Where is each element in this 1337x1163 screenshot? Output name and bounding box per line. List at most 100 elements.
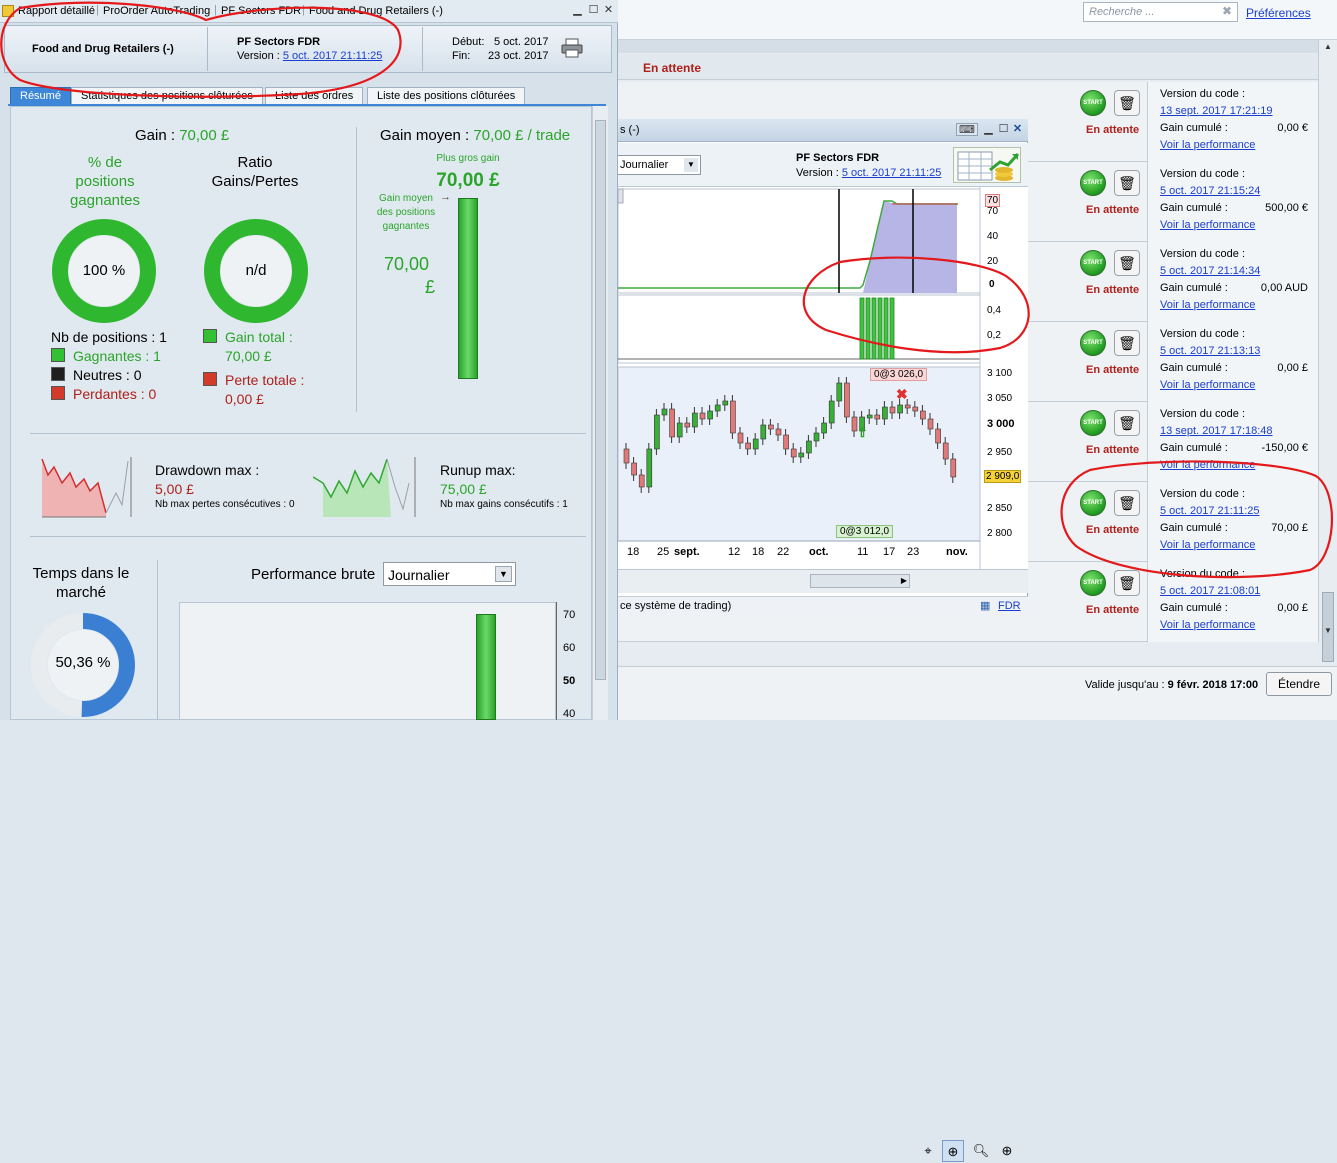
tab-orders[interactable]: Liste des ordres xyxy=(265,87,364,105)
trash-icon[interactable]: 🗑 xyxy=(1114,90,1140,116)
gain-label: Gain : xyxy=(135,127,176,144)
zoom-out-icon[interactable]: 🔍︎ xyxy=(970,1140,992,1162)
start-button[interactable]: START xyxy=(1080,170,1106,196)
trash-icon[interactable]: 🗑 xyxy=(1114,490,1140,516)
zoom-in-icon[interactable]: ⊕ xyxy=(996,1140,1018,1162)
trash-icon[interactable]: 🗑 xyxy=(1114,330,1140,356)
crosshair-icon[interactable]: ⌖ xyxy=(917,1140,939,1162)
view-performance-link[interactable]: Voir la performance xyxy=(1160,539,1255,551)
version-label: Version du code : xyxy=(1160,248,1246,260)
sell-marker-icon: ✖ xyxy=(896,386,908,402)
maximize-icon[interactable]: ☐ xyxy=(587,4,600,17)
trash-icon[interactable]: 🗑 xyxy=(1114,170,1140,196)
minimize-icon[interactable]: ▁ xyxy=(982,123,995,136)
zoom-box-icon[interactable]: ⊕ xyxy=(942,1140,964,1162)
tab-closed-stats[interactable]: Statistiques des positions clôturées xyxy=(71,87,263,105)
version-link[interactable]: 5 oct. 2017 21:15:24 xyxy=(1160,185,1260,197)
version-link[interactable]: 5 oct. 2017 21:13:13 xyxy=(1160,345,1260,357)
perf-tick: 40 xyxy=(563,708,576,720)
start-button[interactable]: START xyxy=(1080,410,1106,436)
view-performance-link[interactable]: Voir la performance xyxy=(1160,619,1255,631)
breadcrumb-report[interactable]: Rapport détaillé xyxy=(18,5,95,17)
version-link[interactable]: 13 sept. 2017 17:21:19 xyxy=(1160,105,1273,117)
period-select[interactable]: Journalier ▼ xyxy=(615,155,701,175)
extend-button[interactable]: Étendre xyxy=(1266,672,1332,696)
tab-summary[interactable]: Résumé xyxy=(10,87,71,105)
breadcrumb-system[interactable]: PF Sectors FDR xyxy=(221,5,301,17)
system-name: PF Sectors FDR xyxy=(237,36,321,48)
price-tick: 3 050 xyxy=(987,393,1013,404)
end-date: 23 oct. 2017 xyxy=(488,50,549,62)
candle xyxy=(692,412,698,428)
x-axis-label: 11 xyxy=(857,546,869,558)
version-link[interactable]: 5 oct. 2017 21:08:01 xyxy=(1160,585,1260,597)
view-performance-link[interactable]: Voir la performance xyxy=(1160,139,1255,151)
gain-label: Gain cumulé : xyxy=(1160,602,1228,614)
preferences-link[interactable]: Préférences xyxy=(1246,6,1311,20)
scroll-right-icon[interactable]: ▶ xyxy=(898,574,910,588)
candle xyxy=(798,452,805,458)
pending-status-header: En attente xyxy=(643,61,702,75)
close-icon[interactable]: ✕ xyxy=(1011,123,1024,136)
candle xyxy=(836,382,843,402)
start-button[interactable]: START xyxy=(1080,490,1106,516)
start-button[interactable]: START xyxy=(1080,250,1106,276)
breadcrumb-proorder[interactable]: ProOrder AutoTrading xyxy=(103,5,210,17)
view-performance-link[interactable]: Voir la performance xyxy=(1160,219,1255,231)
chart-area[interactable] xyxy=(592,187,1028,569)
chart-scroll-thumb[interactable] xyxy=(810,574,910,588)
trash-icon[interactable]: 🗑 xyxy=(1114,570,1140,596)
version-link[interactable]: 13 sept. 2017 17:18:48 xyxy=(1160,425,1273,437)
runup-sub: Nb max gains consécutifs : 1 xyxy=(440,499,568,510)
biggest-gain-label: Plus gros gain xyxy=(436,153,500,164)
divider xyxy=(30,536,586,537)
total-gain-value: 70,00 £ xyxy=(225,348,272,364)
fdr-link[interactable]: FDR xyxy=(998,600,1021,612)
report-scrollbar[interactable] xyxy=(592,106,608,720)
chevron-down-icon[interactable]: ▼ xyxy=(684,158,698,172)
start-button[interactable]: START xyxy=(1080,330,1106,356)
minimize-icon[interactable]: ▁ xyxy=(571,4,584,17)
trash-icon[interactable]: 🗑 xyxy=(1114,410,1140,436)
candle xyxy=(631,462,637,476)
perf-label: Performance brute xyxy=(251,566,376,583)
candle xyxy=(828,400,835,424)
candle xyxy=(654,414,660,450)
avg-gain-label: Gain moyen : xyxy=(380,127,470,144)
perf-period-value: Journalier xyxy=(388,567,450,583)
chart-version-link[interactable]: 5 oct. 2017 21:11:25 xyxy=(842,167,942,179)
scroll-up-icon[interactable]: ▲ xyxy=(1321,42,1335,56)
start-button[interactable]: START xyxy=(1080,90,1106,116)
start-button[interactable]: START xyxy=(1080,570,1106,596)
candle xyxy=(950,458,957,478)
keyboard-icon[interactable]: ⌨ xyxy=(956,123,978,136)
perf-period-select[interactable]: Journalier ▼ xyxy=(383,562,516,586)
close-icon[interactable]: ✕ xyxy=(602,4,615,17)
scroll-down-icon[interactable]: ▼ xyxy=(1321,626,1335,640)
version-link[interactable]: 5 oct. 2017 21:14:34 xyxy=(1160,265,1260,277)
candle xyxy=(707,410,713,420)
scroll-thumb[interactable] xyxy=(595,120,606,680)
printer-icon[interactable] xyxy=(561,38,583,58)
clear-search-icon[interactable]: ✖ xyxy=(1222,4,1232,18)
price-tick: 2 850 xyxy=(987,503,1013,514)
maximize-icon[interactable]: ☐ xyxy=(997,123,1010,136)
view-performance-link[interactable]: Voir la performance xyxy=(1160,299,1255,311)
gain-value: 70,00 £ xyxy=(1271,522,1308,534)
search-input[interactable]: Recherche ... xyxy=(1083,2,1238,22)
runup-value: 75,00 £ xyxy=(440,481,487,497)
view-performance-link[interactable]: Voir la performance xyxy=(1160,379,1255,391)
time-in-market-value: 50,36 % xyxy=(55,654,111,671)
version-link[interactable]: 5 oct. 2017 21:11:25 xyxy=(1160,505,1260,517)
trading-logo-icon xyxy=(953,147,1021,183)
list-status-row xyxy=(618,54,1318,80)
avg-gain-bar xyxy=(458,198,478,379)
trash-icon[interactable]: 🗑 xyxy=(1114,250,1140,276)
version-link[interactable]: 5 oct. 2017 21:11:25 xyxy=(283,50,383,62)
list-scrollbar[interactable]: ▲ ▼ xyxy=(1318,40,1337,662)
breadcrumb-instrument[interactable]: Food and Drug Retailers (-) xyxy=(309,5,443,17)
chevron-down-icon[interactable]: ▼ xyxy=(495,566,512,582)
tab-closed-positions[interactable]: Liste des positions clôturées xyxy=(367,87,526,105)
candle xyxy=(760,424,767,440)
view-performance-link[interactable]: Voir la performance xyxy=(1160,459,1255,471)
